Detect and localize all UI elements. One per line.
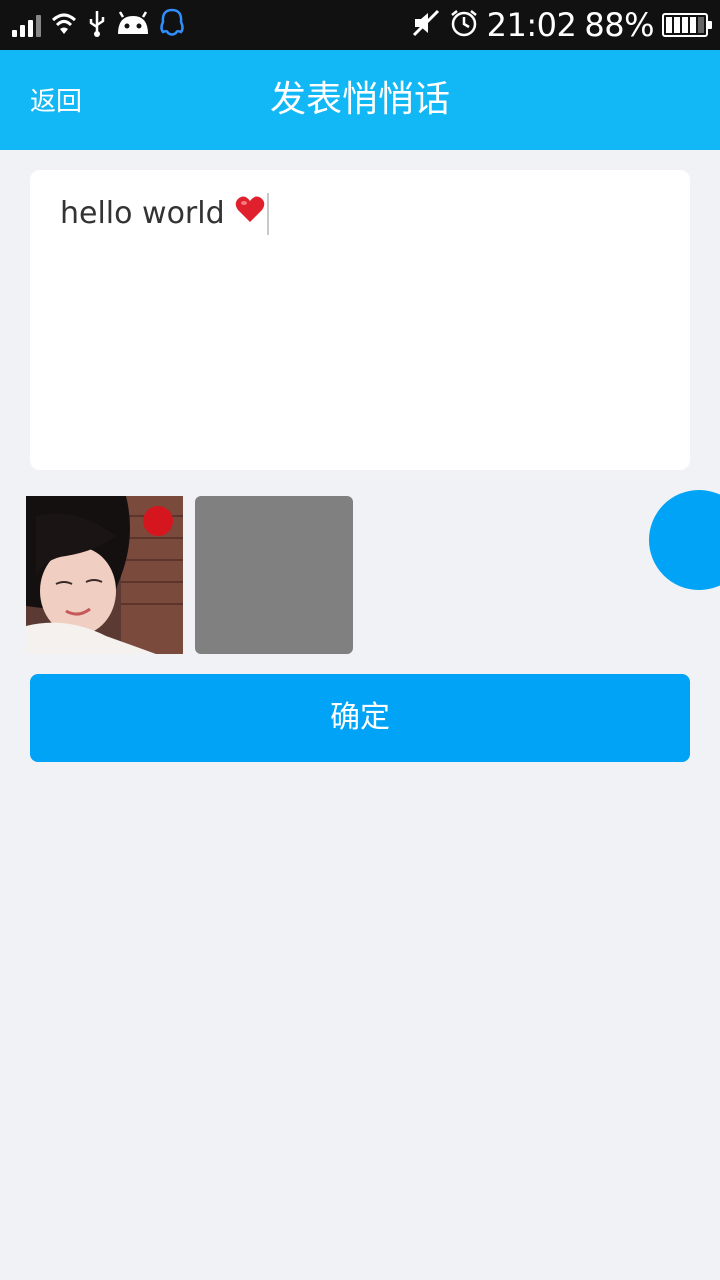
battery-percent: 88% bbox=[584, 6, 654, 44]
image-list bbox=[26, 496, 353, 654]
confirm-button[interactable]: 确定 bbox=[30, 674, 690, 762]
floating-action-button[interactable] bbox=[649, 490, 720, 590]
heart-emoji bbox=[235, 192, 265, 236]
message-input[interactable]: hello world bbox=[30, 170, 690, 470]
clock-time: 21:02 bbox=[486, 6, 577, 44]
signal-icon bbox=[12, 13, 41, 37]
message-value: hello world bbox=[60, 196, 225, 231]
qq-icon bbox=[159, 8, 185, 42]
status-right: 21:02 88% bbox=[411, 6, 712, 44]
page-title: 发表悄悄话 bbox=[269, 79, 450, 120]
text-caret bbox=[266, 193, 269, 235]
add-image-tile[interactable] bbox=[195, 496, 353, 654]
wifi-icon bbox=[49, 10, 79, 40]
status-left bbox=[12, 8, 185, 42]
status-bar: 21:02 88% bbox=[0, 0, 720, 50]
battery-icon bbox=[662, 13, 712, 37]
attached-photo[interactable] bbox=[26, 496, 183, 654]
app-bar: 返回 发表悄悄话 bbox=[0, 50, 720, 150]
alarm-icon bbox=[449, 8, 479, 42]
mute-icon bbox=[411, 8, 441, 42]
android-icon bbox=[115, 10, 151, 40]
remove-photo-badge[interactable] bbox=[143, 506, 173, 536]
usb-icon bbox=[87, 9, 107, 41]
message-text: hello world bbox=[60, 192, 269, 236]
